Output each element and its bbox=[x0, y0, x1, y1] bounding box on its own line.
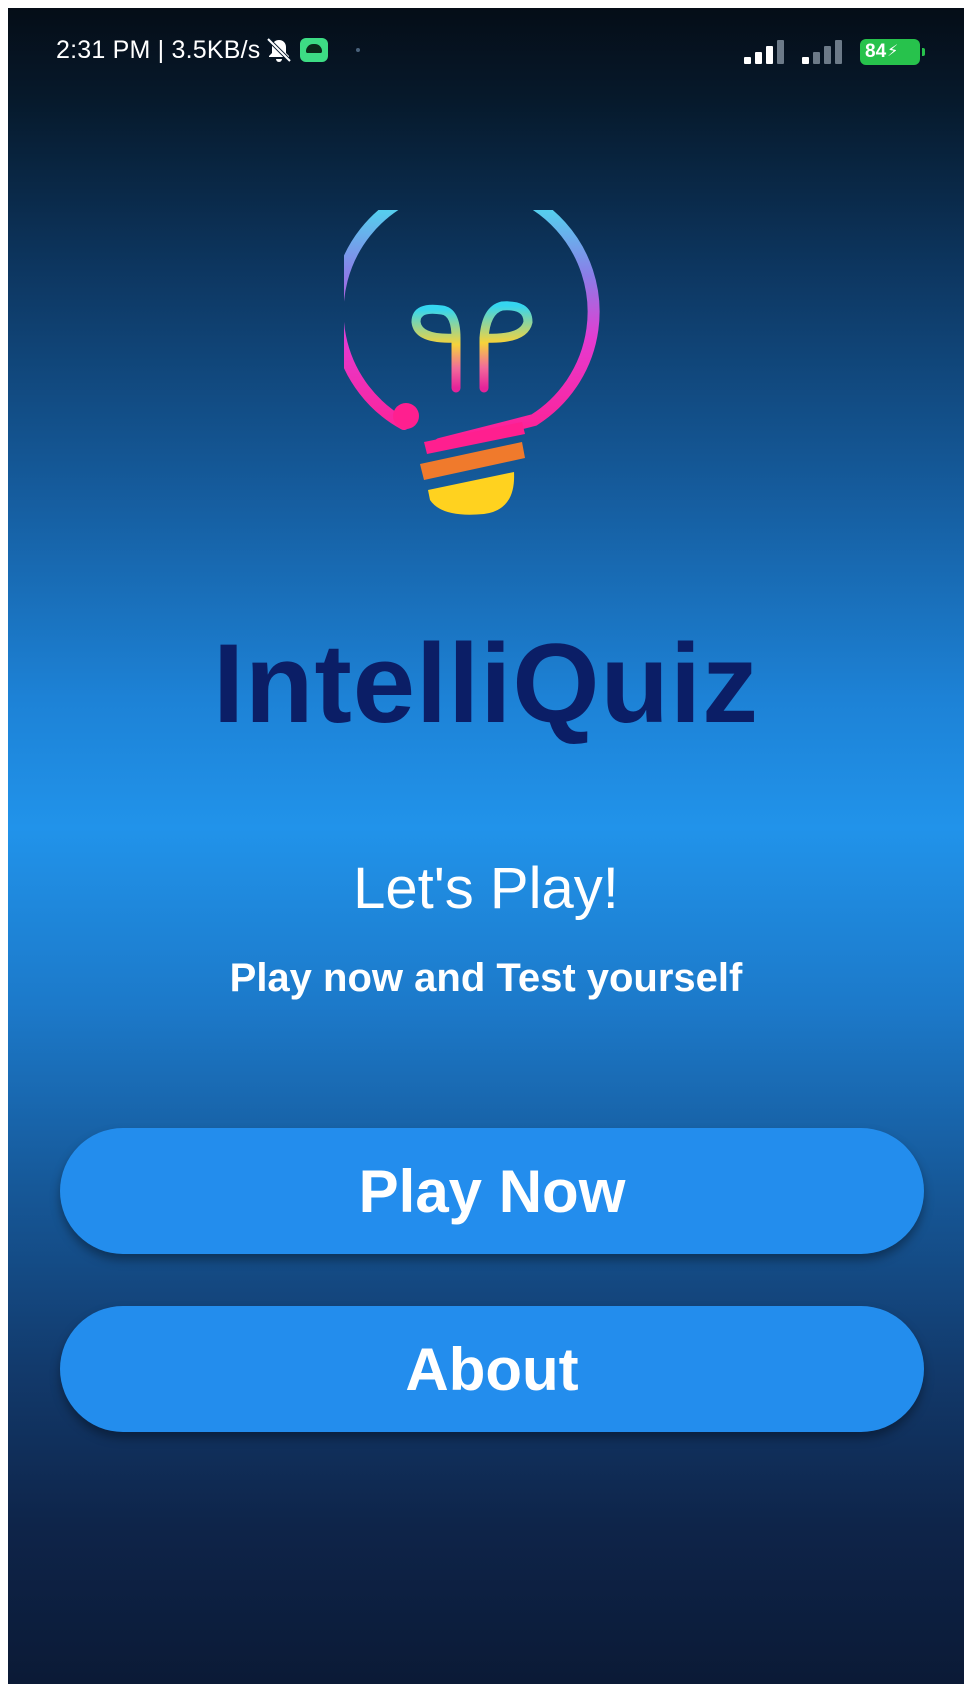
status-left: 2:31 PM | 3.5KB/s bbox=[56, 35, 361, 65]
subline: Play now and Test yourself bbox=[229, 956, 743, 1000]
about-button[interactable]: About bbox=[60, 1306, 924, 1432]
headline: Let's Play! bbox=[353, 856, 619, 921]
app-screen: 2:31 PM | 3.5KB/s 84 ⚡ IntelliQuiz Let's… bbox=[8, 8, 964, 1684]
lightbulb-logo-icon bbox=[344, 210, 600, 515]
android-app-icon bbox=[300, 38, 329, 62]
play-now-button[interactable]: Play Now bbox=[60, 1128, 924, 1254]
notification-dot-icon bbox=[356, 48, 361, 52]
battery-charging-icon: 84 ⚡ bbox=[860, 39, 925, 65]
status-right: 84 ⚡ bbox=[744, 32, 925, 65]
status-time-speed: 2:31 PM | 3.5KB/s bbox=[56, 35, 261, 64]
signal-icon bbox=[744, 40, 784, 64]
notifications-muted-icon bbox=[267, 37, 292, 63]
signal-icon bbox=[802, 40, 842, 64]
app-title: IntelliQuiz bbox=[212, 621, 760, 746]
battery-level: 84 bbox=[865, 41, 887, 62]
status-bar: 2:31 PM | 3.5KB/s 84 ⚡ bbox=[8, 8, 964, 88]
